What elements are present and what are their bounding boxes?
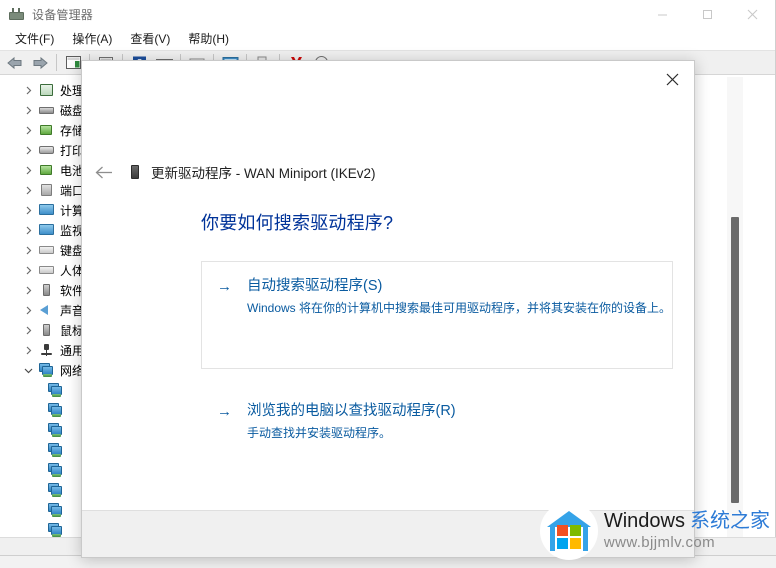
close-button[interactable]: [730, 0, 775, 29]
option-description: 手动查找并安装驱动程序。: [247, 426, 392, 440]
window-controls: [640, 0, 775, 29]
watermark-brand-cn: 系统之家: [690, 510, 770, 532]
storage-controller-icon: [38, 122, 55, 138]
chevron-right-icon[interactable]: [22, 324, 35, 337]
watermark-logo-circle: [539, 502, 598, 560]
menu-item-file[interactable]: 文件(F): [6, 29, 63, 50]
arrow-right-icon: →: [217, 278, 232, 295]
network-adapter-icon: [47, 442, 64, 458]
sound-icon: [38, 302, 55, 318]
processor-icon: [38, 82, 55, 98]
chevron-right-icon[interactable]: [22, 124, 35, 137]
screen: 设备管理器 文件(F) 操作(A) 查看(V) 帮助(H) 处理 磁盘 存储 打…: [0, 0, 776, 568]
network-adapter-icon: [47, 422, 64, 438]
software-device-icon: [38, 282, 55, 298]
chevron-right-icon[interactable]: [22, 184, 35, 197]
device-icon: [127, 163, 143, 181]
chevron-right-icon[interactable]: [22, 224, 35, 237]
device-manager-icon: [8, 7, 25, 23]
chevron-right-icon[interactable]: [22, 284, 35, 297]
toolbar-separator: [56, 54, 57, 71]
dialog-close-button[interactable]: [650, 61, 694, 97]
menu-item-action[interactable]: 操作(A): [63, 29, 121, 50]
option-description: Windows 将在你的计算机中搜索最佳可用驱动程序，并将其安装在你的设备上。: [247, 301, 672, 315]
back-button[interactable]: [3, 52, 27, 74]
menu-item-help[interactable]: 帮助(H): [179, 29, 238, 50]
ports-icon: [38, 182, 55, 198]
windows-house-logo-icon: [546, 511, 591, 551]
chevron-right-icon[interactable]: [22, 144, 35, 157]
chevron-right-icon[interactable]: [22, 164, 35, 177]
watermark: Windows 系统之家 www.bjjmlv.com: [539, 500, 770, 562]
network-adapter-icon: [47, 502, 64, 518]
window-title: 设备管理器: [32, 8, 94, 22]
watermark-text: Windows 系统之家 www.bjjmlv.com: [604, 509, 770, 553]
option-title: 自动搜索驱动程序(S): [247, 278, 383, 294]
computer-icon: [38, 202, 55, 218]
print-queue-icon: [38, 142, 55, 158]
arrow-right-icon: →: [217, 403, 232, 420]
maximize-button[interactable]: [685, 0, 730, 29]
network-adapter-icon: [47, 462, 64, 478]
usb-controller-icon: [38, 342, 55, 358]
network-adapter-icon: [38, 362, 55, 378]
dialog-header: 更新驱动程序 - WAN Miniport (IKEv2): [82, 157, 694, 187]
update-driver-dialog: 更新驱动程序 - WAN Miniport (IKEv2) 你要如何搜索驱动程序…: [81, 60, 695, 558]
chevron-down-icon[interactable]: [22, 364, 35, 377]
mouse-icon: [38, 322, 55, 338]
watermark-url: www.bjjmlv.com: [603, 534, 716, 551]
monitor-icon: [38, 222, 55, 238]
network-adapter-icon: [47, 522, 64, 537]
option-automatic-search[interactable]: → 自动搜索驱动程序(S) Windows 将在你的计算机中搜索最佳可用驱动程序…: [201, 261, 673, 369]
battery-icon: [38, 162, 55, 178]
minimize-button[interactable]: [640, 0, 685, 29]
chevron-right-icon[interactable]: [22, 264, 35, 277]
page-title: 你要如何搜索驱动程序?: [201, 213, 394, 233]
network-adapter-icon: [47, 402, 64, 418]
chevron-right-icon[interactable]: [22, 204, 35, 217]
watermark-brand-en: Windows: [603, 510, 685, 532]
option-title: 浏览我的电脑以查找驱动程序(R): [247, 403, 456, 419]
tree-scrollbar[interactable]: [727, 77, 743, 537]
chevron-right-icon[interactable]: [22, 244, 35, 257]
network-adapter-icon: [47, 382, 64, 398]
back-button[interactable]: [91, 159, 117, 185]
menu-item-view[interactable]: 查看(V): [121, 29, 179, 50]
keyboard-icon: [38, 242, 55, 258]
disk-drive-icon: [38, 102, 55, 118]
dialog-title: 更新驱动程序 - WAN Miniport (IKEv2): [151, 166, 376, 181]
chevron-right-icon[interactable]: [22, 104, 35, 117]
forward-button[interactable]: [28, 52, 52, 74]
chevron-right-icon[interactable]: [22, 304, 35, 317]
hid-icon: [38, 262, 55, 278]
chevron-right-icon[interactable]: [22, 84, 35, 97]
network-adapter-icon: [47, 482, 64, 498]
option-browse-computer[interactable]: → 浏览我的电脑以查找驱动程序(R) 手动查找并安装驱动程序。: [201, 386, 673, 440]
chevron-right-icon[interactable]: [22, 344, 35, 357]
menu-bar: 文件(F) 操作(A) 查看(V) 帮助(H): [0, 29, 775, 50]
scrollbar-thumb[interactable]: [731, 217, 739, 503]
window-titlebar: 设备管理器: [0, 0, 775, 29]
